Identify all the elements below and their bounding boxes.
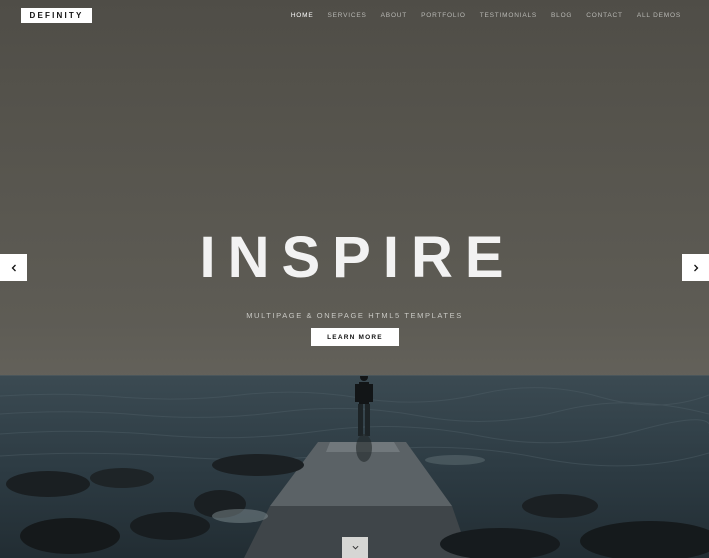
scroll-down-button[interactable] [342,537,368,558]
nav-item-contact[interactable]: CONTACT [586,12,623,19]
site-logo[interactable]: DEFINITY [21,8,92,23]
slider-prev-button[interactable] [0,254,27,281]
sea-image [0,376,709,558]
chevron-left-icon [11,264,16,271]
main-nav: HOME SERVICES ABOUT PORTFOLIO TESTIMONIA… [277,12,681,19]
sky-image [0,0,709,378]
hero-subtitle: MULTIPAGE & ONEPAGE HTML5 TEMPLATES [246,311,463,320]
nav-item-blog[interactable]: BLOG [551,12,572,19]
chevron-right-icon [693,264,698,271]
nav-item-home[interactable]: HOME [291,12,314,19]
nav-item-portfolio[interactable]: PORTFOLIO [421,12,466,19]
slider-next-button[interactable] [682,254,709,281]
sea-scene-illustration [0,376,709,558]
hero-title: INSPIRE [199,225,516,290]
learn-more-button[interactable]: LEARN MORE [311,328,399,346]
nav-item-about[interactable]: ABOUT [381,12,407,19]
nav-item-testimonials[interactable]: TESTIMONIALS [480,12,537,19]
chevron-down-icon [352,545,358,550]
nav-item-all-demos[interactable]: ALL DEMOS [637,12,681,19]
nav-item-services[interactable]: SERVICES [328,12,367,19]
